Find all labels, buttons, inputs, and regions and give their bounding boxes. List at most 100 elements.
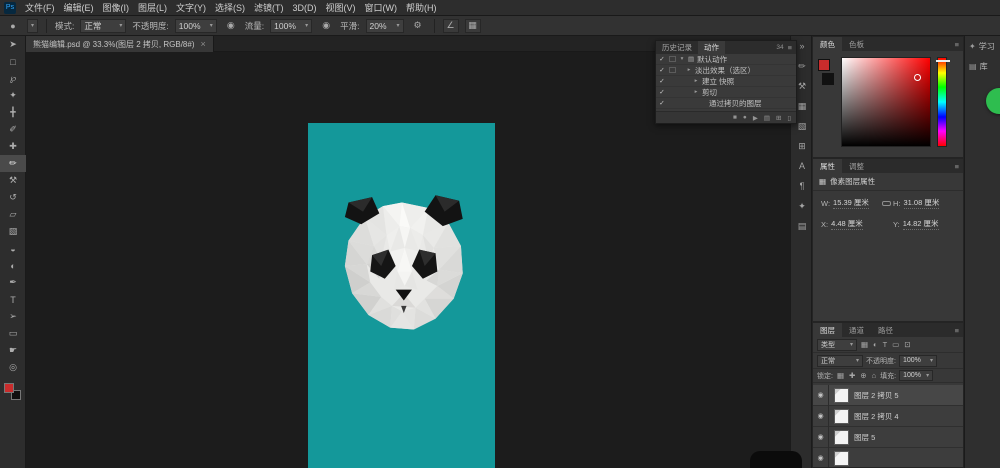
panel-menu-icon[interactable]: ≡ — [951, 326, 963, 335]
new-set-icon[interactable]: ▤ — [764, 114, 770, 122]
menu-file[interactable]: 文件(F) — [25, 1, 55, 14]
foreground-color-swatch[interactable] — [4, 383, 14, 393]
glyphs-panel-icon[interactable]: ✦ — [791, 196, 813, 216]
patterns-icon[interactable]: ⊞ — [791, 136, 813, 156]
visibility-eye-icon[interactable]: ◉ — [813, 385, 829, 406]
menu-help[interactable]: 帮助(H) — [406, 1, 437, 14]
action-row-snapshot[interactable]: ✓ ▸ 建立 快照 — [656, 76, 796, 87]
check-icon[interactable]: ✓ — [658, 55, 666, 63]
shape-tool[interactable]: ▭ — [0, 325, 26, 342]
help-floating-button[interactable] — [986, 88, 1000, 114]
brush-preset-picker[interactable]: ▾ — [27, 19, 38, 33]
dialog-toggle[interactable] — [669, 67, 676, 73]
height-field[interactable]: H: 31.08 厘米 — [893, 197, 959, 209]
libraries-panel-button[interactable]: ▤ 库 — [965, 56, 1000, 76]
x-value[interactable]: 4.48 厘米 — [831, 218, 863, 230]
menu-window[interactable]: 窗口(W) — [365, 1, 398, 14]
foreground-color-well[interactable] — [818, 59, 830, 71]
height-value[interactable]: 31.08 厘米 — [904, 197, 940, 209]
pen-tool[interactable]: ✒ — [0, 274, 26, 291]
lock-position-icon[interactable]: ⊕ — [859, 371, 867, 380]
tab-swatches[interactable]: 色板 — [842, 37, 871, 51]
close-tab-icon[interactable]: × — [201, 39, 206, 49]
layer-opacity-select[interactable]: 100% ▾ — [899, 355, 937, 367]
gradient-tool[interactable]: ▧ — [0, 223, 26, 240]
layer-name[interactable]: 图层 2 拷贝 4 — [854, 411, 899, 422]
lock-all-icon[interactable]: ⌂ — [871, 371, 878, 380]
pressure-size-icon[interactable]: ▦ — [465, 19, 481, 33]
color-gradient-field[interactable] — [841, 57, 931, 147]
paragraph-panel-icon[interactable]: ¶ — [791, 176, 813, 196]
caret-icon[interactable]: ▸ — [693, 78, 699, 84]
brush-angle-icon[interactable]: ∠ — [443, 19, 459, 33]
color-picker-marker[interactable] — [914, 74, 921, 81]
layer-name[interactable]: 图层 2 拷贝 5 — [854, 390, 899, 401]
hue-slider[interactable] — [937, 57, 947, 147]
dialog-toggle[interactable] — [669, 56, 676, 62]
crop-tool[interactable]: ╋ — [0, 104, 26, 121]
type-filter-icon[interactable]: T — [882, 340, 889, 349]
eraser-tool[interactable]: ▱ — [0, 206, 26, 223]
libraries-panel-icon[interactable]: ▤ — [791, 216, 813, 236]
caret-icon[interactable]: ▾ — [679, 56, 685, 62]
menu-type[interactable]: 文字(Y) — [176, 1, 206, 14]
quick-select-tool[interactable]: ✦ — [0, 87, 26, 104]
link-dimensions-icon[interactable] — [882, 201, 891, 206]
healing-tool[interactable]: ✚ — [0, 138, 26, 155]
stop-icon[interactable]: ■ — [733, 114, 737, 121]
layer-row[interactable]: ◉ — [813, 448, 963, 467]
panel-menu-icon[interactable]: ≡ — [951, 162, 963, 171]
visibility-eye-icon[interactable]: ◉ — [813, 448, 829, 468]
check-icon[interactable]: ✓ — [658, 77, 666, 85]
tab-properties[interactable]: 属性 — [813, 159, 842, 173]
visibility-eye-icon[interactable]: ◉ — [813, 427, 829, 448]
history-brush-tool[interactable]: ↺ — [0, 189, 26, 206]
layer-thumbnail[interactable] — [834, 451, 849, 466]
y-field[interactable]: Y: 14.82 厘米 — [893, 218, 959, 230]
brush-tool[interactable]: ✏ — [0, 155, 26, 172]
fill-select[interactable]: 100% ▾ — [899, 370, 933, 381]
flow-select[interactable]: 100% ▾ — [270, 19, 312, 33]
tab-paths[interactable]: 路径 — [871, 323, 900, 337]
smoothing-gear-icon[interactable]: ⚙ — [410, 19, 426, 33]
airbrush-icon[interactable]: ◉ — [318, 19, 334, 33]
tab-history[interactable]: 历史记录 — [656, 41, 698, 54]
action-row-layer-via-copy[interactable]: ✓ 通过拷贝的图层 — [656, 98, 796, 109]
lock-pixels-icon[interactable]: ✚ — [848, 371, 856, 380]
lock-transparent-icon[interactable]: ▦ — [836, 371, 845, 380]
panel-menu-icon[interactable]: ≡ — [951, 40, 963, 49]
layer-filter-select[interactable]: 类型 ▾ — [817, 339, 857, 351]
tab-color[interactable]: 颜色 — [813, 37, 842, 51]
layer-row[interactable]: ◉ 图层 5 — [813, 427, 963, 448]
menu-3d[interactable]: 3D(D) — [293, 3, 317, 13]
check-icon[interactable]: ✓ — [658, 88, 666, 96]
layer-blend-mode-select[interactable]: 正常 ▾ — [817, 355, 863, 367]
path-select-tool[interactable]: ➢ — [0, 308, 26, 325]
layer-row[interactable]: ◉ 图层 2 拷贝 4 — [813, 406, 963, 427]
hue-slider-marker[interactable] — [936, 60, 950, 62]
tab-actions[interactable]: 动作 — [698, 41, 725, 54]
caret-icon[interactable]: ▸ — [693, 89, 699, 95]
panel-menu-icon[interactable]: ≡ — [784, 43, 796, 52]
new-action-icon[interactable]: ⊞ — [776, 114, 781, 122]
width-field[interactable]: W: 15.39 厘米 — [821, 197, 879, 209]
x-field[interactable]: X: 4.48 厘米 — [821, 218, 879, 230]
marquee-tool[interactable]: □ — [0, 53, 26, 70]
menu-layer[interactable]: 图层(L) — [138, 1, 167, 14]
blend-mode-select[interactable]: 正常 ▾ — [80, 19, 126, 33]
shape-filter-icon[interactable]: ▭ — [891, 340, 900, 349]
character-panel-icon[interactable]: A — [791, 156, 813, 176]
layer-thumbnail[interactable] — [834, 388, 849, 403]
menu-select[interactable]: 选择(S) — [215, 1, 245, 14]
clone-stamp-tool[interactable]: ⚒ — [0, 172, 26, 189]
menu-filter[interactable]: 滤镜(T) — [254, 1, 284, 14]
layer-name[interactable]: 图层 5 — [854, 432, 875, 443]
lasso-tool[interactable]: ℘ — [0, 70, 26, 87]
layer-thumbnail[interactable] — [834, 409, 849, 424]
delete-icon[interactable]: ▯ — [787, 114, 791, 122]
move-tool[interactable]: ➤ — [0, 36, 26, 53]
artboard[interactable] — [308, 123, 495, 468]
y-value[interactable]: 14.82 厘米 — [903, 218, 939, 230]
record-icon[interactable]: ● — [743, 114, 747, 121]
pixel-filter-icon[interactable]: ▦ — [860, 340, 869, 349]
